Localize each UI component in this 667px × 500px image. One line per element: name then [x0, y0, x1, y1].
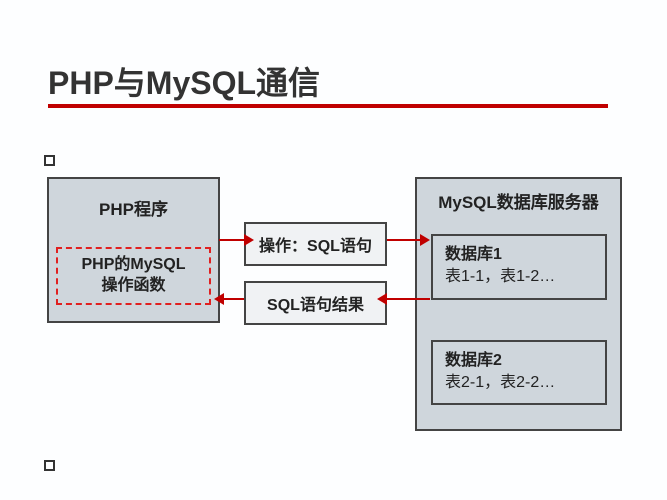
- arrow-op1-to-mysql: [387, 239, 420, 241]
- php-mysql-functions-line2: 操作函数: [101, 277, 165, 294]
- slide: PHP与MySQL通信 PHP程序 PHP的MySQL 操作函数 MySQL数据…: [0, 0, 667, 500]
- database-1-box: 数据库1 表1-1，表1-2…: [431, 234, 607, 300]
- sql-result-box: SQL语句结果: [244, 281, 387, 325]
- database-2-name: 数据库2: [445, 350, 593, 372]
- bullet-icon: [44, 155, 55, 166]
- php-mysql-functions-line1: PHP的MySQL: [81, 256, 185, 273]
- arrow-mysql-to-op2: [387, 298, 430, 300]
- title-underline: [48, 104, 608, 108]
- sql-statement-box: 操作：SQL语句: [244, 222, 387, 266]
- arrow-php-to-op1: [219, 239, 244, 241]
- database-1-name: 数据库1: [445, 244, 593, 266]
- php-program-title: PHP程序: [47, 195, 220, 220]
- php-mysql-functions-box: PHP的MySQL 操作函数: [56, 247, 211, 305]
- database-1-tables: 表1-1，表1-2…: [445, 266, 593, 288]
- database-2-tables: 表2-1，表2-2…: [445, 372, 593, 394]
- database-2-box: 数据库2 表2-1，表2-2…: [431, 340, 607, 405]
- mysql-server-title: MySQL数据库服务器: [415, 188, 622, 213]
- slide-title: PHP与MySQL通信: [48, 58, 320, 104]
- arrow-op2-to-php: [224, 298, 244, 300]
- bullet-icon: [44, 460, 55, 471]
